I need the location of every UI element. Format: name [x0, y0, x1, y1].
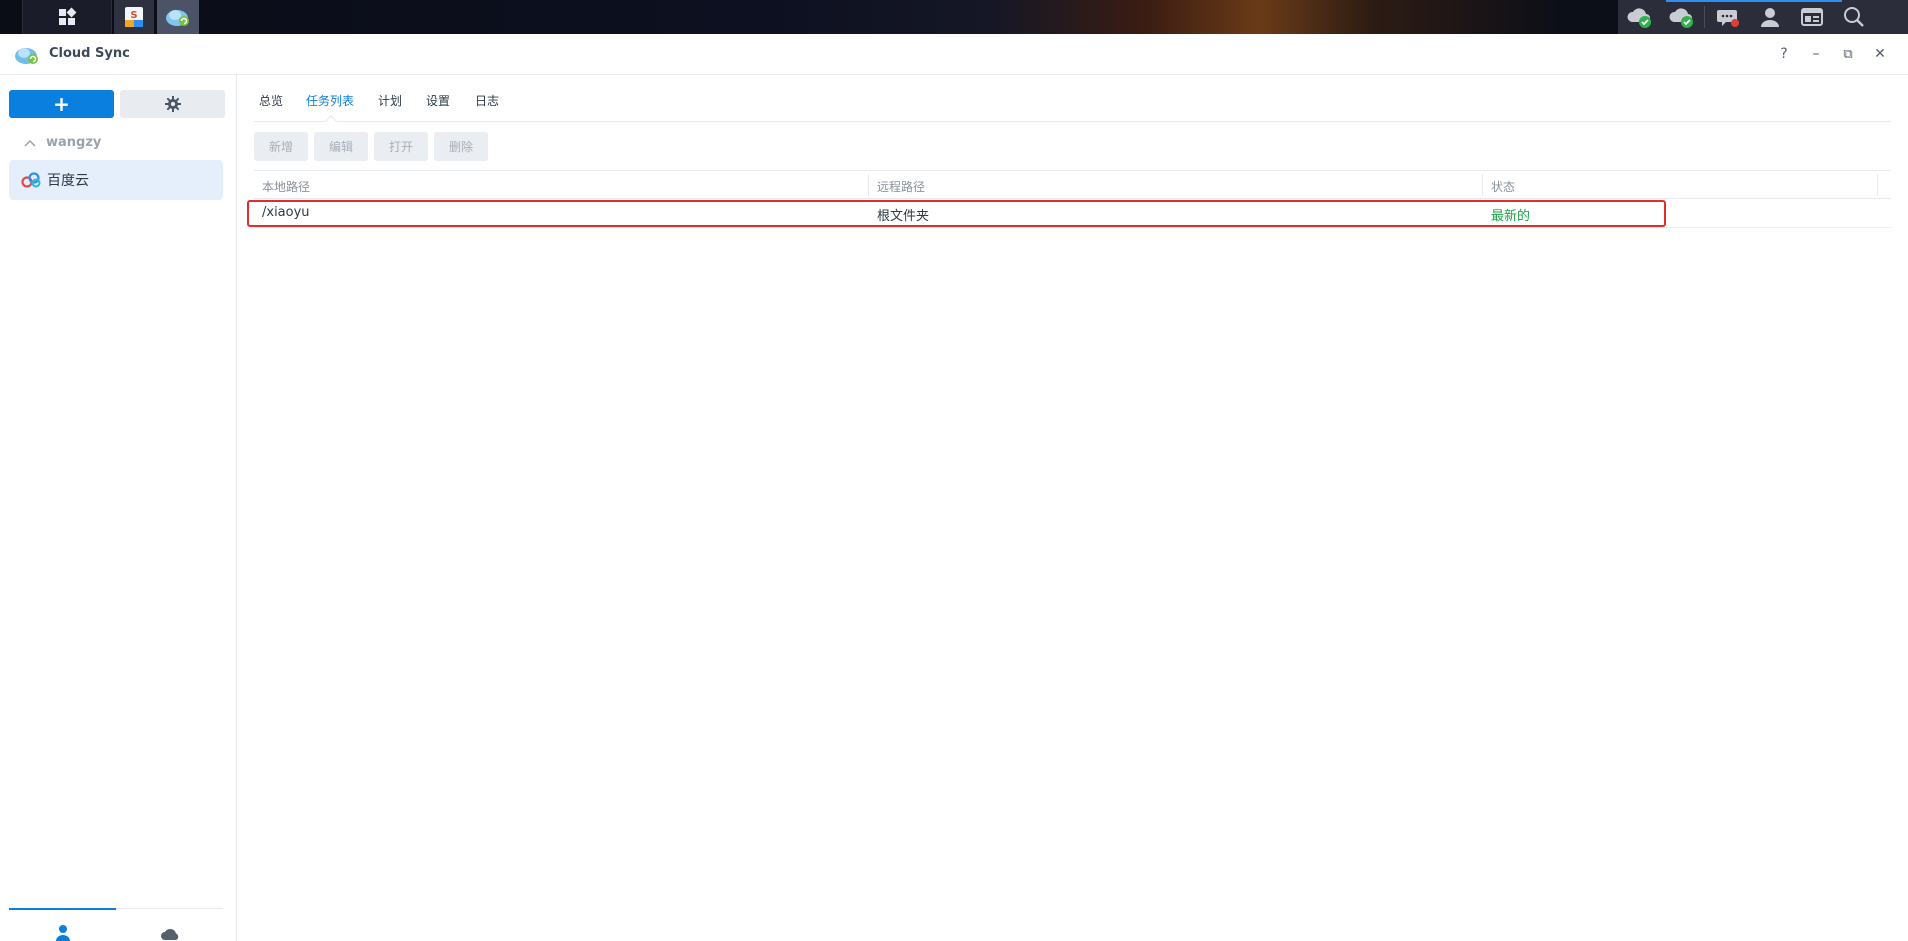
cell-remote-path: 根文件夹 — [877, 209, 930, 224]
baidu-cloud-icon — [20, 171, 42, 189]
close-icon: ✕ — [1874, 46, 1886, 62]
tab-schedule[interactable]: 计划 — [378, 92, 402, 109]
cloud-check-icon — [1669, 8, 1693, 28]
edit-task-button[interactable]: 编辑 — [314, 132, 368, 161]
cloud-icon — [160, 929, 178, 940]
main-menu-button[interactable] — [22, 0, 112, 34]
account-group-header[interactable]: wangzy — [24, 135, 101, 150]
taskbar-app-office[interactable]: S — [114, 0, 154, 34]
table-header: 本地路径 远程路径 状态 — [254, 170, 1891, 199]
notifications-icon — [1717, 10, 1739, 27]
active-tab-indicator — [325, 115, 337, 122]
account-group-label: wangzy — [46, 135, 102, 150]
help-icon: ? — [1780, 46, 1788, 62]
column-header-local-path[interactable]: 本地路径 — [262, 178, 310, 195]
tab-task-list[interactable]: 任务列表 — [306, 92, 354, 109]
sidebar: + wangzy 百度云 — [0, 75, 237, 941]
column-header-remote-path[interactable]: 远程路径 — [877, 178, 925, 195]
restore-button[interactable]: ⧉ — [1835, 42, 1861, 66]
tab-cloud[interactable] — [116, 909, 223, 941]
tab-bar: 总览 任务列表 计划 设置 日志 — [254, 75, 1891, 122]
add-account-button[interactable]: + — [9, 90, 114, 118]
tab-settings[interactable]: 设置 — [426, 92, 450, 109]
column-divider[interactable] — [1482, 174, 1483, 196]
tray-divider — [1704, 6, 1705, 28]
tab-connections[interactable] — [9, 908, 116, 941]
sidebar-bottom-tabs — [9, 908, 223, 941]
tab-overview[interactable]: 总览 — [259, 92, 283, 109]
settings-button[interactable] — [120, 90, 225, 118]
search-icon — [1844, 7, 1864, 27]
tray-notifications[interactable] — [1707, 0, 1749, 34]
widgets-icon — [1801, 8, 1823, 26]
task-table: 本地路径 远程路径 状态 /xiaoyu 根文件夹 最新的 — [247, 170, 1891, 228]
taskbar-app-cloud-sync[interactable] — [157, 0, 199, 34]
system-tray — [1618, 0, 1908, 34]
sidebar-item-label: 百度云 — [47, 173, 89, 189]
open-task-button[interactable]: 打开 — [374, 132, 428, 161]
tab-log[interactable]: 日志 — [475, 92, 499, 109]
delete-task-button[interactable]: 删除 — [434, 132, 488, 161]
tray-cloud-status-1[interactable] — [1618, 0, 1660, 34]
tray-widgets[interactable] — [1791, 0, 1833, 34]
cell-status: 最新的 — [1491, 209, 1531, 224]
cloud-check-icon — [1627, 8, 1651, 28]
user-icon — [55, 925, 70, 941]
user-icon — [1761, 8, 1779, 27]
minimize-icon: – — [1812, 46, 1820, 62]
window-titlebar: Cloud Sync ? – ⧉ ✕ — [0, 34, 1908, 75]
taskbar: S — [0, 0, 1908, 34]
gear-icon — [164, 96, 181, 112]
tray-search[interactable] — [1833, 0, 1875, 34]
column-header-status[interactable]: 状态 — [1491, 178, 1515, 195]
svg-text:S: S — [130, 10, 137, 21]
tray-user[interactable] — [1749, 0, 1791, 34]
restore-icon: ⧉ — [1843, 46, 1853, 62]
sidebar-item-baidu-cloud[interactable]: 百度云 — [9, 160, 223, 200]
tray-active-indicator — [1666, 0, 1842, 2]
column-divider[interactable] — [868, 174, 869, 196]
new-task-button[interactable]: 新增 — [254, 132, 308, 161]
minimize-button[interactable]: – — [1803, 42, 1829, 66]
window-title: Cloud Sync — [49, 46, 130, 61]
chevron-up-icon — [24, 139, 36, 147]
cloud-sync-logo-icon — [15, 48, 38, 64]
plus-icon: + — [53, 92, 70, 116]
table-row[interactable]: /xiaoyu 根文件夹 最新的 — [247, 199, 1891, 228]
main-panel: 总览 任务列表 计划 设置 日志 新增 编辑 打开 删除 本地路径 远程路径 状… — [237, 75, 1908, 941]
close-button[interactable]: ✕ — [1867, 42, 1893, 66]
office-app-icon: S — [125, 7, 143, 27]
cloud-sync-app-icon — [166, 10, 189, 26]
help-button[interactable]: ? — [1771, 42, 1797, 66]
column-divider[interactable] — [1877, 174, 1878, 196]
tray-cloud-status-2[interactable] — [1660, 0, 1702, 34]
grid-icon — [59, 7, 77, 25]
cell-local-path: /xiaoyu — [262, 205, 310, 220]
row-highlight-box — [247, 200, 1666, 227]
